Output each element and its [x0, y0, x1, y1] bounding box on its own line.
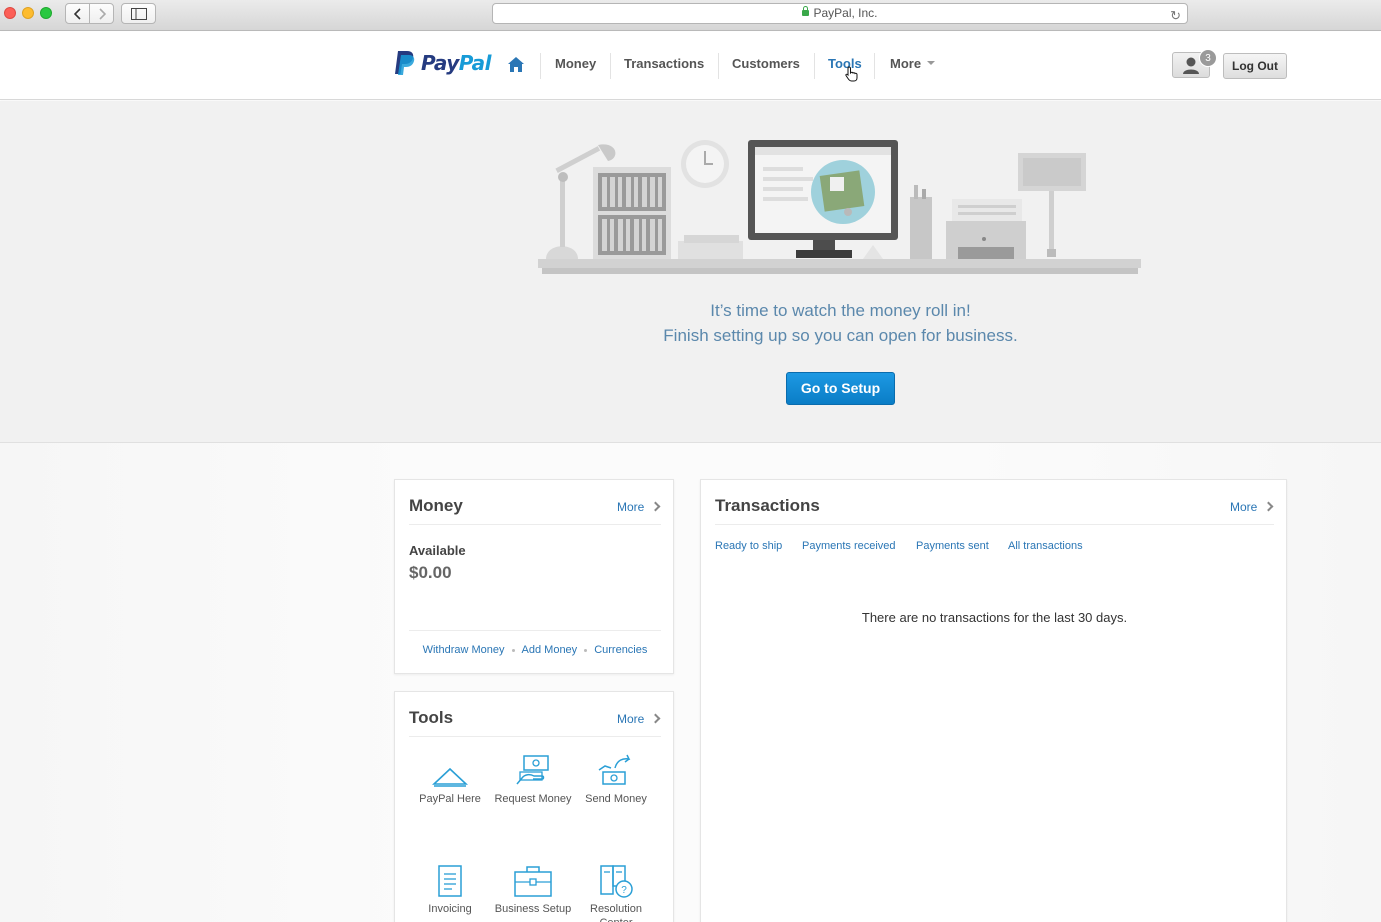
chevron-left-icon — [73, 8, 81, 20]
tool-resolution-center[interactable]: ? Resolution Center — [576, 864, 656, 922]
setup-hero: It’s time to watch the money roll in! Fi… — [0, 101, 1381, 443]
tool-label: Invoicing — [428, 903, 472, 915]
tools-card: Tools More PayPal Here Request Money Sen… — [394, 691, 674, 922]
notification-badge[interactable]: 3 — [1199, 49, 1217, 67]
card-divider — [409, 630, 661, 631]
close-window-button[interactable] — [4, 7, 16, 19]
paypal-here-icon — [432, 767, 468, 787]
nav-divider — [718, 53, 719, 79]
invoicing-icon — [438, 865, 462, 897]
money-card-title: Money — [409, 496, 463, 515]
send-money-icon — [598, 754, 631, 785]
logout-button[interactable]: Log Out — [1223, 53, 1287, 79]
money-links: Withdraw Money Add Money Currencies — [395, 644, 675, 656]
money-more-label: More — [617, 500, 645, 514]
add-money-link[interactable]: Add Money — [522, 644, 578, 656]
nav-transactions[interactable]: Transactions — [624, 56, 704, 71]
nav-more[interactable]: More — [890, 56, 936, 71]
money-more-link[interactable]: More — [617, 500, 661, 514]
transactions-card: Transactions More Ready to ship Payments… — [700, 479, 1287, 922]
minimize-window-button[interactable] — [22, 7, 34, 19]
nav-divider — [874, 53, 875, 79]
tool-request-money[interactable]: Request Money — [493, 754, 573, 806]
nav-money[interactable]: Money — [555, 56, 596, 71]
resolution-center-icon: ? — [600, 865, 633, 898]
money-card: Money More Available $0.00 Withdraw Mone… — [394, 479, 674, 674]
tools-more-label: More — [617, 712, 645, 726]
sidebar-toggle-button[interactable] — [121, 3, 156, 24]
sidebar-icon — [130, 8, 147, 20]
home-icon[interactable] — [507, 56, 525, 73]
request-money-icon — [516, 755, 549, 785]
tab-all-transactions[interactable]: All transactions — [1008, 540, 1083, 552]
withdraw-money-link[interactable]: Withdraw Money — [423, 644, 505, 656]
available-balance: $0.00 — [409, 563, 452, 582]
office-illustration — [538, 140, 1141, 274]
transactions-card-title: Transactions — [715, 496, 820, 515]
nav-divider — [540, 53, 541, 79]
nav-more-label: More — [890, 56, 922, 71]
tool-label: Send Money — [585, 793, 647, 805]
chevron-right-icon — [98, 8, 106, 20]
card-divider — [409, 736, 661, 737]
hero-headline: It’s time to watch the money roll in! — [710, 301, 971, 320]
lock-icon — [802, 6, 810, 16]
no-transactions-message: There are no transactions for the last 3… — [861, 610, 1128, 625]
tab-ready-to-ship[interactable]: Ready to ship — [715, 540, 782, 552]
separator-dot — [511, 648, 515, 652]
tool-label: PayPal Here — [419, 793, 481, 805]
back-button[interactable] — [65, 3, 90, 24]
card-divider — [715, 524, 1274, 525]
paypal-wordmark: PayPal — [421, 51, 492, 75]
site-header: PayPal Money Transactions Customers Tool… — [0, 32, 1381, 100]
dashboard-area: Money More Available $0.00 Withdraw Mone… — [0, 443, 1381, 922]
paypal-logo[interactable]: PayPal — [393, 49, 492, 77]
nav-customers[interactable]: Customers — [732, 56, 800, 71]
forward-button[interactable] — [89, 3, 114, 24]
tools-more-link[interactable]: More — [617, 712, 661, 726]
tool-label: Request Money — [494, 793, 572, 805]
tool-business-setup[interactable]: Business Setup — [493, 864, 573, 916]
tool-send-money[interactable]: Send Money — [576, 754, 656, 806]
tab-payments-received[interactable]: Payments received — [802, 540, 896, 552]
tools-card-title: Tools — [409, 708, 454, 727]
hero-subheadline: Finish setting up so you can open for bu… — [663, 326, 1018, 345]
chevron-right-icon — [1263, 501, 1274, 512]
go-to-setup-button[interactable]: Go to Setup — [786, 372, 895, 405]
reload-icon[interactable]: ↻ — [1170, 6, 1181, 25]
address-bar[interactable]: PayPal, Inc. ↻ — [492, 3, 1188, 24]
nav-divider — [610, 53, 611, 79]
chevron-right-icon — [650, 713, 661, 724]
transactions-more-link[interactable]: More — [1230, 500, 1274, 514]
currencies-link[interactable]: Currencies — [594, 644, 647, 656]
browser-toolbar: PayPal, Inc. ↻ — [0, 0, 1381, 31]
paypal-p-icon — [395, 51, 415, 75]
caret-down-icon — [927, 60, 936, 65]
tool-invoicing[interactable]: Invoicing — [410, 864, 490, 916]
zoom-window-button[interactable] — [40, 7, 52, 19]
nav-divider — [814, 53, 815, 79]
separator-dot — [584, 648, 588, 652]
transactions-more-label: More — [1230, 500, 1258, 514]
card-divider — [409, 524, 661, 525]
business-setup-icon — [514, 866, 552, 897]
tool-paypal-here[interactable]: PayPal Here — [410, 766, 490, 806]
tool-label: Business Setup — [494, 903, 572, 915]
tab-payments-sent[interactable]: Payments sent — [916, 540, 989, 552]
tool-label: Resolution Center — [590, 903, 642, 922]
svg-text:?: ? — [621, 885, 627, 896]
available-label: Available — [409, 543, 466, 558]
hand-cursor-icon — [845, 66, 858, 82]
address-bar-label: PayPal, Inc. — [813, 6, 878, 20]
chevron-right-icon — [650, 501, 661, 512]
